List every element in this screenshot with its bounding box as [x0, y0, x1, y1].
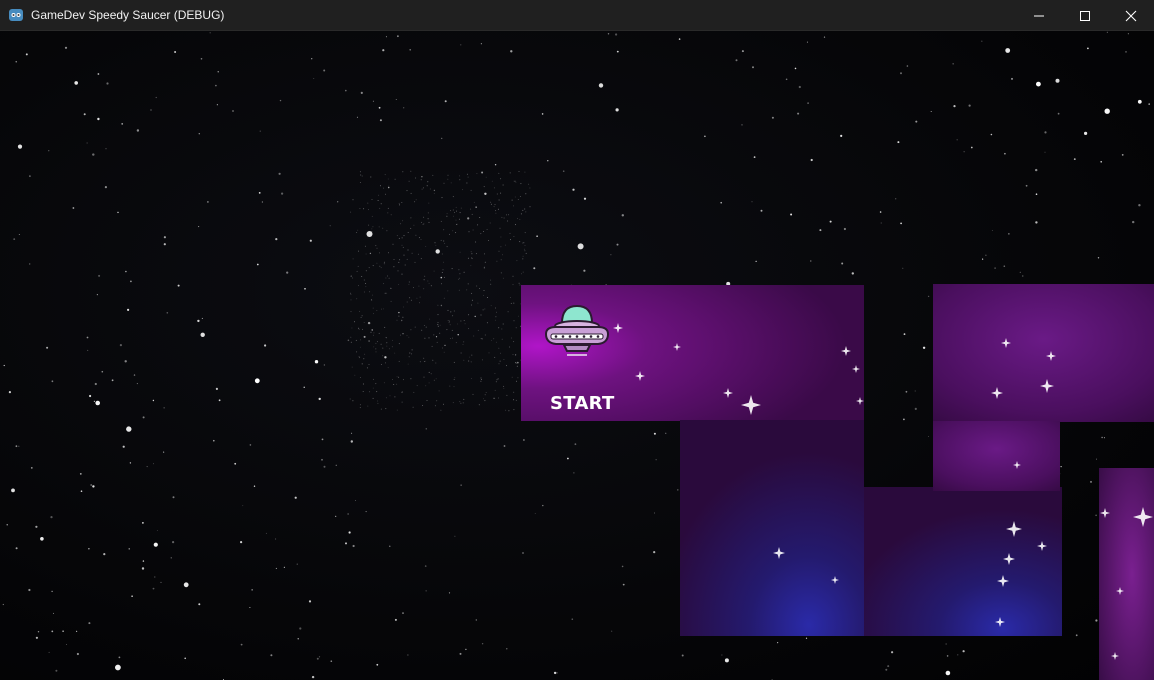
maximize-button[interactable]: [1062, 0, 1108, 31]
close-icon: [1125, 10, 1137, 21]
close-button[interactable]: [1108, 0, 1154, 31]
minimize-icon: [1034, 15, 1044, 16]
player-layer: [544, 304, 610, 356]
minimize-button[interactable]: [1016, 0, 1062, 31]
game-window: GameDev Speedy Saucer (DEBUG) START: [0, 0, 1154, 680]
game-viewport[interactable]: START: [0, 31, 1154, 680]
window-title: GameDev Speedy Saucer (DEBUG): [31, 8, 225, 22]
godot-icon: [8, 7, 24, 23]
start-label: START: [550, 393, 615, 414]
window-controls: [1016, 0, 1154, 31]
maximize-icon: [1080, 10, 1090, 21]
title-bar[interactable]: GameDev Speedy Saucer (DEBUG): [0, 0, 1154, 31]
ufo-saucer-icon: [544, 304, 610, 356]
